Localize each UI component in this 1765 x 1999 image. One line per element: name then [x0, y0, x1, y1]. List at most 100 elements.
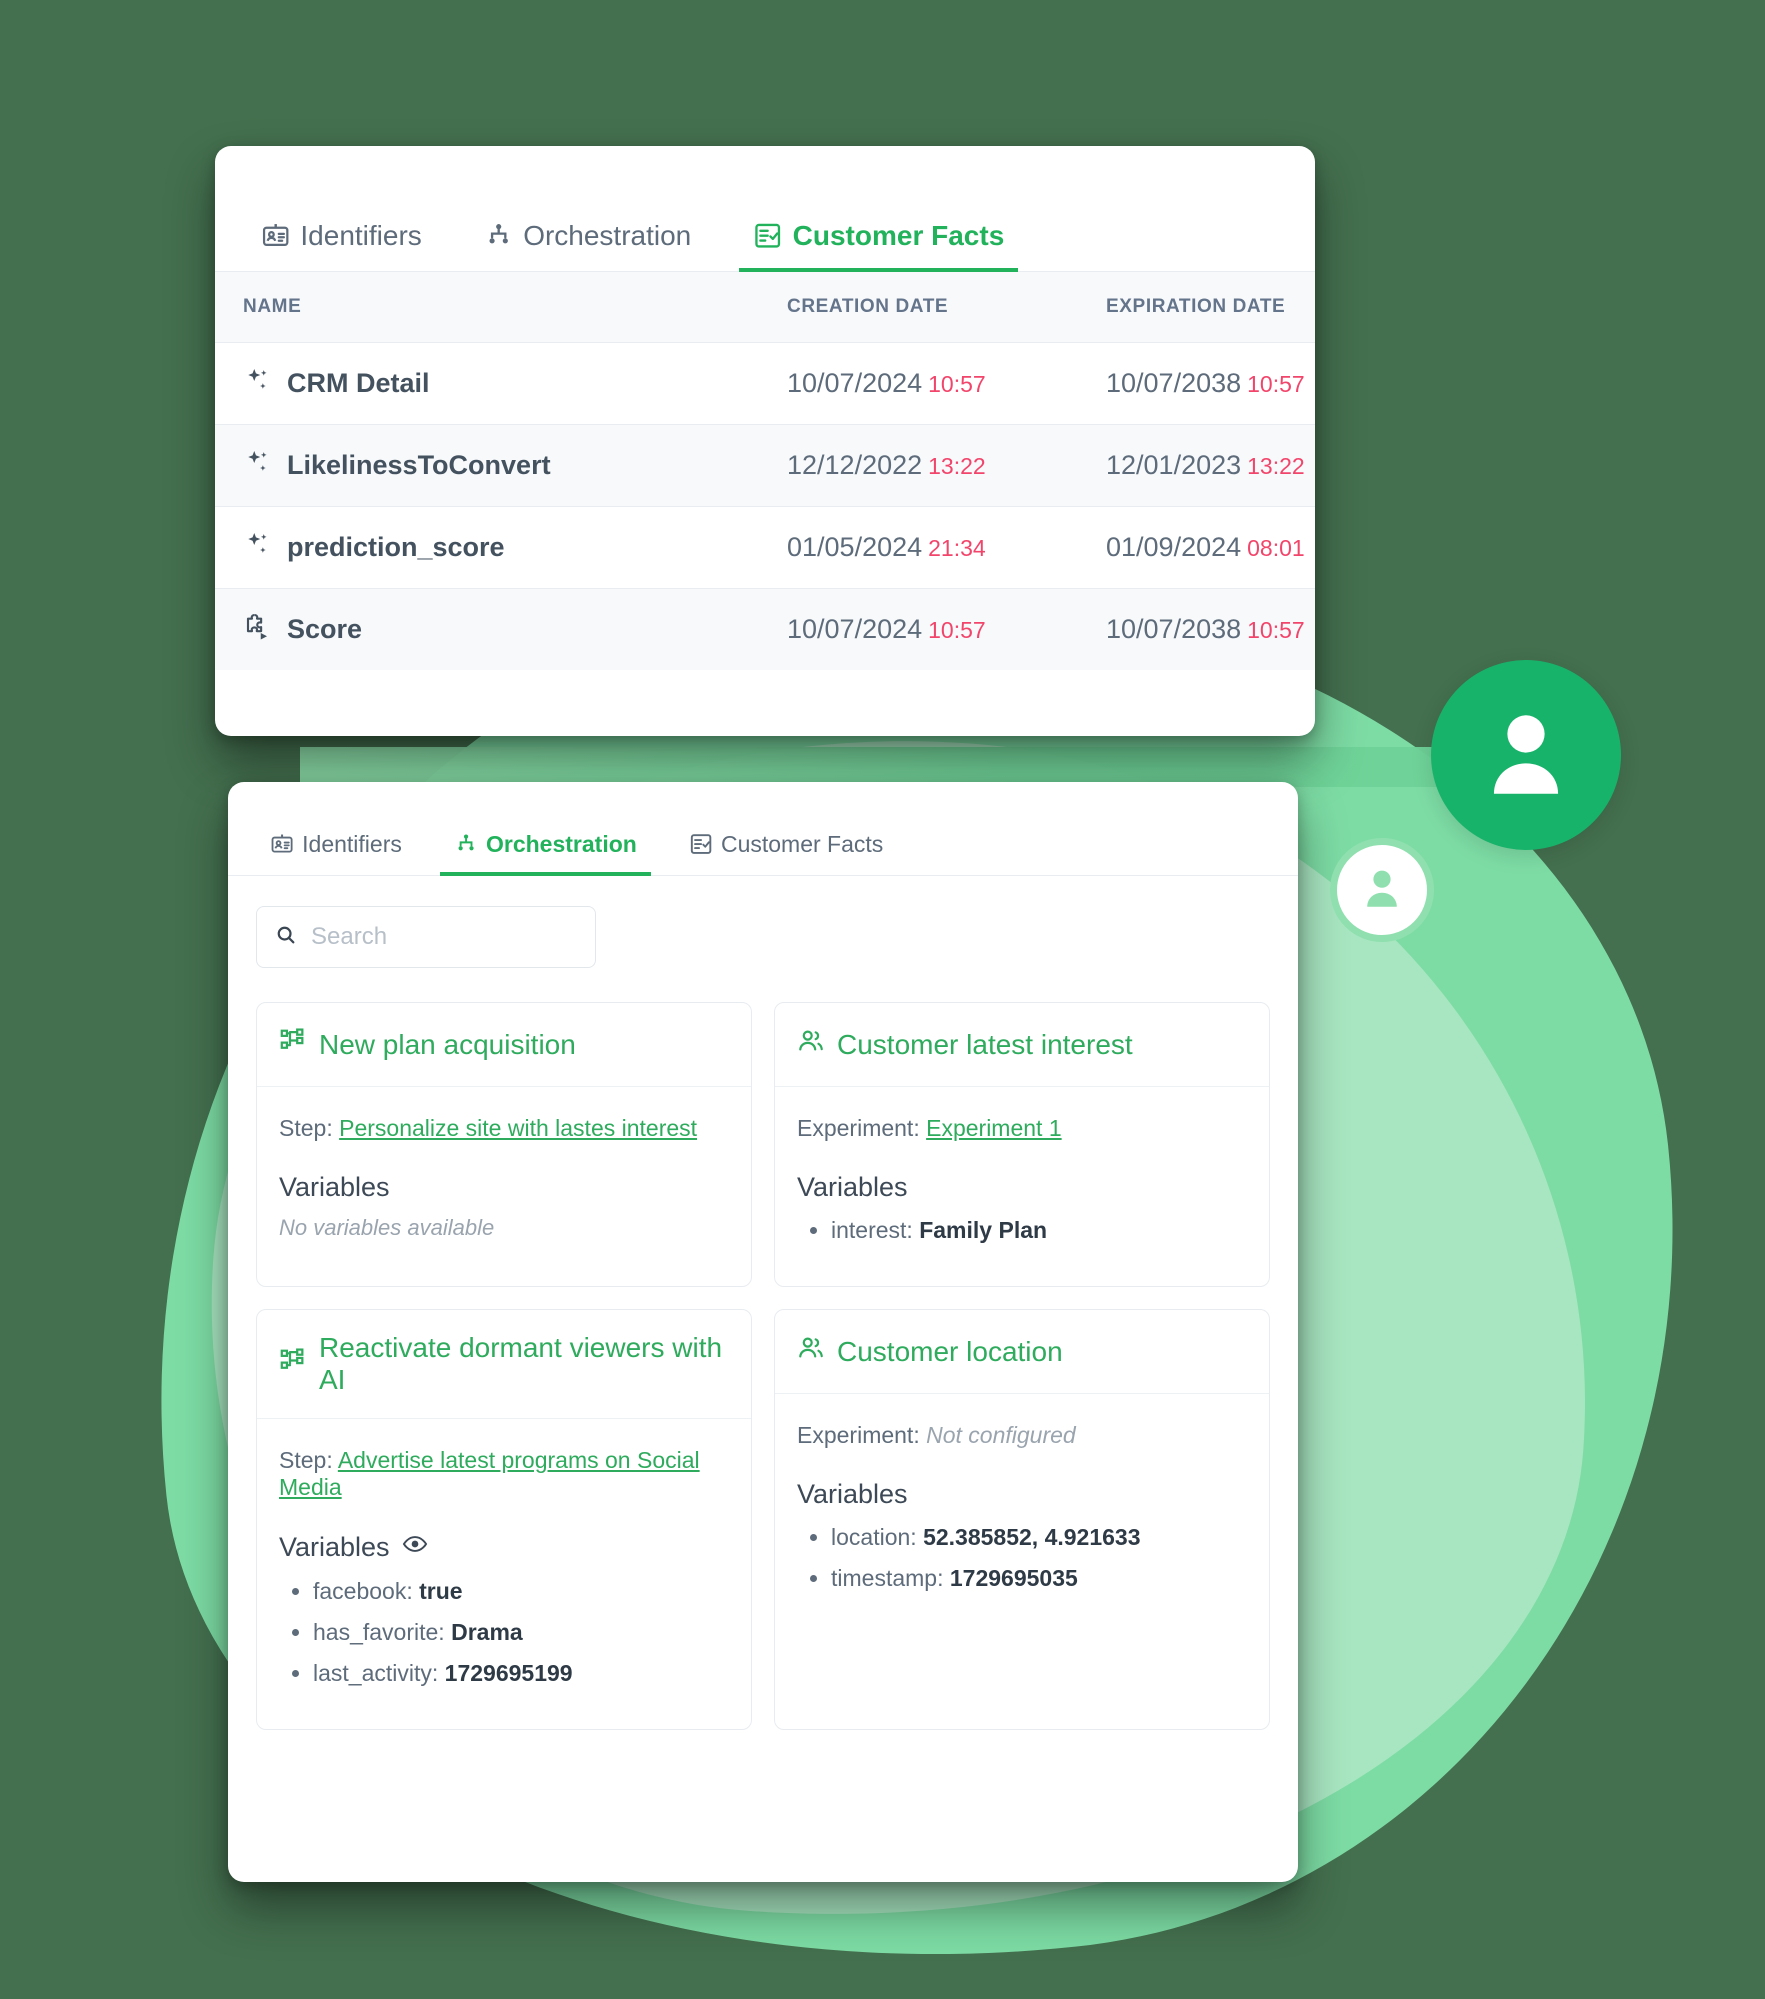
list-item: location: 52.385852, 4.921633: [831, 1522, 1247, 1553]
expiration-date-cell: 01/09/2024 08:01: [1106, 507, 1315, 589]
column-header-creation-date[interactable]: CREATION DATE: [787, 272, 1106, 343]
fact-name-cell: LikelinessToConvert: [215, 425, 787, 506]
creation-date-cell: 10/07/2024 10:57: [787, 343, 1106, 425]
card-header: Customer location: [775, 1310, 1269, 1395]
variable-value: Family Plan: [919, 1217, 1048, 1243]
fact-name-cell: prediction_score: [215, 507, 787, 588]
experiment-link[interactable]: Experiment 1: [926, 1115, 1062, 1141]
card-header: Customer latest interest: [775, 1003, 1269, 1087]
sparkles-icon: [243, 447, 273, 484]
tab-label: Customer Facts: [792, 220, 1005, 251]
column-header-expiration-date[interactable]: EXPIRATION DATE: [1106, 272, 1315, 343]
time-value: 13:22: [928, 453, 986, 479]
card-header: Reactivate dormant viewers with AI: [257, 1310, 751, 1420]
card-header: New plan acquisition: [257, 1003, 751, 1087]
card-body: Experiment: Experiment 1 Variables inter…: [775, 1087, 1269, 1286]
card-title: Customer location: [837, 1335, 1063, 1367]
list-item: has_favorite: Drama: [313, 1617, 729, 1648]
variable-key: last_activity:: [313, 1660, 439, 1687]
tab-customer-facts[interactable]: Customer Facts: [675, 831, 897, 876]
variable-value: true: [419, 1578, 463, 1605]
date-value: 12/01/2023: [1106, 450, 1242, 480]
expiration-date-cell: 10/07/2038 10:57: [1106, 589, 1315, 671]
variable-key: location:: [831, 1524, 917, 1551]
step-link[interactable]: Personalize site with lastes interest: [339, 1115, 697, 1141]
card-body: Step: Advertise latest programs on Socia…: [257, 1419, 751, 1729]
date-value: 01/05/2024: [787, 532, 923, 562]
tab-orchestration[interactable]: Orchestration: [439, 831, 651, 876]
customer-facts-table: NAME CREATION DATE EXPIRATION DATE CRM D…: [215, 272, 1315, 670]
variable-key: has_favorite:: [313, 1619, 445, 1646]
tab-orchestration[interactable]: Orchestration: [470, 220, 705, 272]
puzzle-icon: [243, 611, 273, 648]
time-value: 10:57: [928, 371, 986, 397]
search-box[interactable]: [256, 906, 596, 968]
person-icon: [1358, 864, 1406, 917]
card-body: Experiment: Not configured Variables loc…: [775, 1394, 1269, 1729]
variable-key: timestamp:: [831, 1565, 944, 1592]
variables-label: Variables: [279, 1172, 390, 1202]
time-value: 10:57: [1247, 371, 1305, 397]
card-customer-latest-interest[interactable]: Customer latest interest Experiment: Exp…: [774, 1002, 1270, 1288]
tab-identifiers[interactable]: Identifiers: [247, 220, 436, 272]
variables-list: location: 52.385852, 4.921633 timestamp:…: [831, 1522, 1247, 1594]
customer-facts-panel: Identifiers Orchestration Customer Facts…: [215, 146, 1315, 736]
fact-name-cell: Score: [215, 589, 787, 670]
meta-label: Experiment:: [797, 1422, 920, 1449]
fact-name: prediction_score: [287, 532, 505, 562]
expiration-date-cell: 12/01/2023 13:22: [1106, 425, 1315, 507]
top-tabbar: Identifiers Orchestration Customer Facts: [215, 146, 1315, 272]
fact-name: Score: [287, 614, 363, 644]
table-row[interactable]: Score 10/07/2024 10:57 10/07/2038 10:57: [215, 588, 1315, 671]
card-customer-location[interactable]: Customer location Experiment: Not config…: [774, 1309, 1270, 1731]
list-item: timestamp: 1729695035: [831, 1563, 1247, 1594]
tab-identifiers[interactable]: Identifiers: [256, 831, 416, 876]
meta-label: Experiment:: [797, 1115, 920, 1141]
column-header-name[interactable]: NAME: [215, 272, 787, 343]
creation-date-cell: 12/12/2022 13:22: [787, 425, 1106, 507]
time-value: 21:34: [928, 535, 986, 561]
card-title: Customer latest interest: [837, 1028, 1133, 1060]
step-link[interactable]: Advertise latest programs on Social Medi…: [279, 1447, 700, 1500]
variable-value: 1729695035: [949, 1565, 1078, 1592]
variables-heading: Variables: [279, 1531, 729, 1564]
table-row[interactable]: CRM Detail 10/07/2024 10:57 10/07/2038 10:…: [215, 342, 1315, 425]
table-row[interactable]: prediction_score 01/05/2024 21:34 01/09/2…: [215, 506, 1315, 589]
card-reactivate-dormant-viewers[interactable]: Reactivate dormant viewers with AI Step:…: [256, 1309, 752, 1731]
fact-name: LikelinessToConvert: [287, 450, 551, 480]
experiment-not-configured: Not configured: [926, 1422, 1076, 1449]
table-row[interactable]: LikelinessToConvert 12/12/2022 13:22 12/0…: [215, 424, 1315, 507]
expiration-date-cell: 10/07/2038 10:57: [1106, 343, 1315, 425]
list-item: interest: Family Plan: [831, 1215, 1247, 1246]
date-value: 10/07/2024: [787, 368, 923, 398]
eye-icon[interactable]: [402, 1531, 428, 1564]
green-gradient-strip: [300, 747, 1580, 787]
card-meta: Step: Personalize site with lastes inter…: [279, 1115, 729, 1142]
variables-label: Variables: [797, 1172, 908, 1202]
variables-label: Variables: [279, 1532, 390, 1563]
card-meta: Experiment: Experiment 1: [797, 1115, 1247, 1142]
card-title: Reactivate dormant viewers with AI: [319, 1332, 723, 1396]
person-icon: [1474, 701, 1578, 810]
date-value: 10/07/2038: [1106, 614, 1242, 644]
search-input[interactable]: [311, 923, 577, 951]
variable-value: 1729695199: [444, 1660, 573, 1687]
variable-value: 52.385852, 4.921633: [923, 1524, 1141, 1551]
search-icon: [275, 924, 297, 951]
variable-key: interest:: [831, 1217, 913, 1243]
card-new-plan-acquisition[interactable]: New plan acquisition Step: Personalize s…: [256, 1002, 752, 1288]
tab-label: Identifiers: [302, 831, 402, 857]
fact-name-cell: CRM Detail: [215, 343, 787, 424]
time-value: 08:01: [1247, 535, 1305, 561]
variables-heading: Variables: [279, 1172, 729, 1203]
variable-value: Drama: [451, 1619, 523, 1646]
date-value: 10/07/2038: [1106, 368, 1242, 398]
card-meta: Step: Advertise latest programs on Socia…: [279, 1447, 729, 1501]
tab-label: Customer Facts: [720, 831, 884, 857]
time-value: 13:22: [1247, 453, 1305, 479]
variables-heading: Variables: [797, 1172, 1247, 1203]
tab-customer-facts[interactable]: Customer Facts: [739, 220, 1019, 272]
time-value: 10:57: [1247, 617, 1305, 643]
card-title: New plan acquisition: [319, 1028, 576, 1060]
users-icon: [797, 1334, 825, 1369]
